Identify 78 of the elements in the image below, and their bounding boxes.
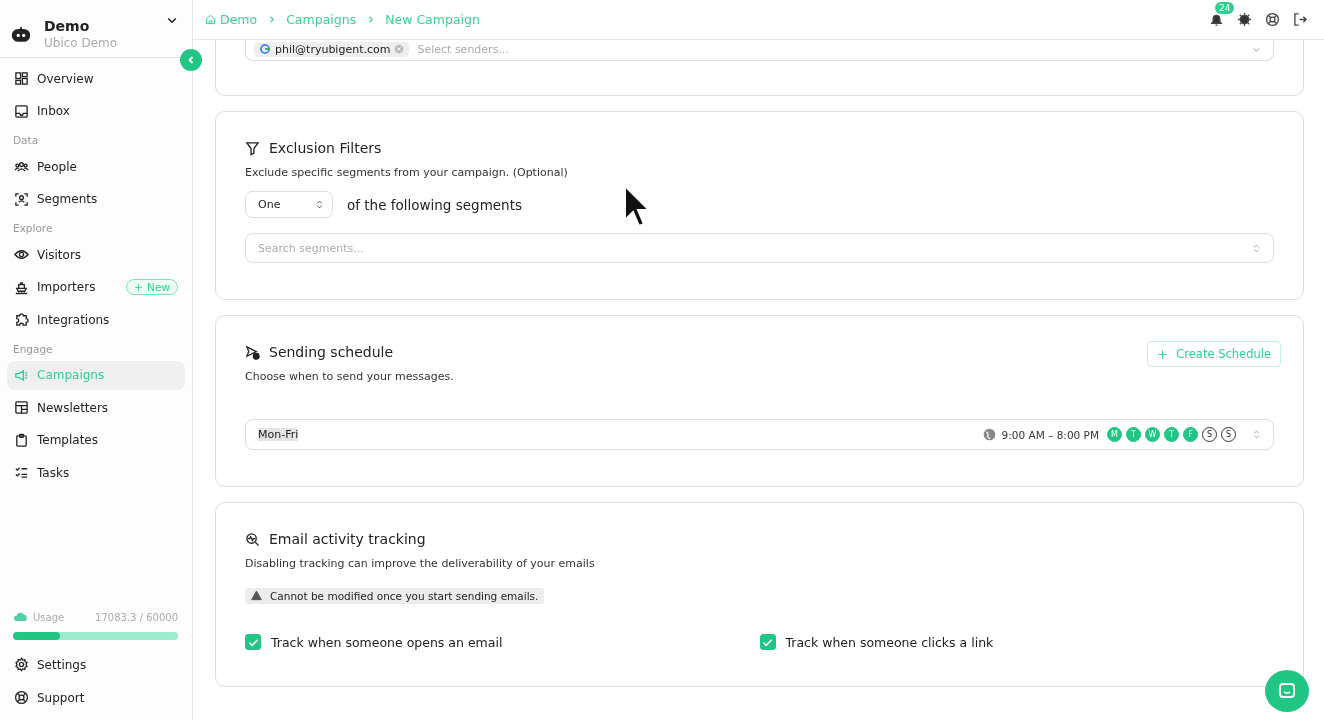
day-indicator: M: [1107, 427, 1122, 442]
google-icon: [259, 43, 271, 55]
usage-reading: 17083.3 / 60000: [95, 611, 178, 623]
usage-label: Usage: [33, 611, 66, 623]
card-title: Exclusion Filters: [269, 140, 382, 156]
grid-icon: [14, 71, 29, 86]
home-icon: [205, 14, 216, 25]
sidebar-item[interactable]: Inbox: [7, 96, 185, 126]
section-heading: Engage: [12, 341, 54, 357]
sidebar-item[interactable]: Templates: [7, 425, 185, 455]
up-down-chevron-icon: [1252, 429, 1261, 440]
checkbox-label: Track when someone clicks a link: [785, 634, 994, 650]
gear-icon: [14, 657, 29, 672]
checkbox[interactable]: [245, 634, 261, 650]
help-button[interactable]: [1263, 10, 1282, 29]
day-indicator: T: [1164, 427, 1179, 442]
workspace-subtitle: Ubico Demo: [44, 35, 119, 50]
checkbox[interactable]: [759, 634, 776, 650]
sidebar-item[interactable]: Settings: [7, 650, 185, 679]
checkbox-label: Track when someone opens an email: [271, 634, 503, 650]
section-heading: Explore: [12, 221, 54, 236]
card-description: Disabling tracking can improve the deliverability of your emails: [245, 557, 596, 570]
remove-icon: [394, 44, 405, 54]
warning-note: Cannot be modified once you start sending emails.: [245, 587, 545, 604]
chevron-right-icon: [267, 15, 277, 24]
card-title: Sending schedule: [269, 344, 394, 360]
sidebar-item[interactable]: Importers New: [7, 272, 185, 302]
sidebar-item[interactable]: Tasks: [7, 458, 185, 487]
segment-icon: [14, 191, 29, 207]
inbox-icon: [14, 103, 29, 119]
lifebuoy-icon: [14, 690, 29, 705]
sidebar-item[interactable]: People: [7, 152, 185, 181]
day-indicator: T: [1126, 427, 1141, 442]
theme-icon: [1237, 12, 1252, 27]
sidebar-item[interactable]: Visitors: [7, 240, 185, 269]
sidebar-item[interactable]: Overview: [7, 64, 185, 93]
bell-icon: [1209, 12, 1224, 27]
chat-icon: [1277, 681, 1297, 701]
card-description: Exclude specific segments from your campaign. (Optional): [245, 166, 569, 179]
up-down-chevron-icon: [315, 199, 324, 210]
checklist-icon: [14, 465, 29, 480]
plus-icon: [1157, 348, 1169, 360]
newsletter-icon: [14, 400, 29, 415]
ship-icon: [14, 279, 29, 295]
notification-count: 24: [1215, 2, 1235, 14]
chevron-right-icon: [366, 15, 376, 24]
sender-chip: phil@tryubigent.com: [254, 41, 410, 57]
day-indicator: W: [1145, 427, 1160, 442]
card-description: Choose when to send your messages.: [245, 370, 454, 383]
puzzle-icon: [14, 312, 29, 327]
up-down-chevron-icon: [1252, 242, 1261, 254]
schedule-select[interactable]: Mon-Fri 9:00 AM – 8:00 PM M T W T F S S: [245, 419, 1274, 450]
match-label: of the following segments: [347, 196, 522, 213]
clipboard-icon: [14, 432, 29, 448]
filter-icon: [245, 140, 260, 156]
warning-icon: [251, 590, 262, 601]
senders-field[interactable]: phil@tryubigent.com Select senders...: [245, 40, 1274, 61]
lifebuoy-icon: [1265, 12, 1280, 27]
section-heading: Data: [12, 133, 40, 148]
chevron-left-icon: [186, 55, 196, 65]
workspace-name: Demo: [44, 17, 91, 34]
day-indicator: F: [1183, 427, 1198, 442]
people-icon: [14, 159, 29, 174]
megaphone-icon: [14, 367, 29, 383]
sidebar-item[interactable]: Integrations: [7, 305, 185, 334]
sidebar-item[interactable]: Support: [7, 683, 185, 712]
cloud-icon: [13, 610, 27, 624]
sidebar-item[interactable]: Newsletters: [7, 393, 185, 422]
logout-button[interactable]: [1291, 10, 1310, 29]
theme-button[interactable]: [1235, 10, 1254, 29]
sidebar-item[interactable]: Segments: [7, 184, 185, 214]
eye-icon: [14, 247, 29, 262]
card-title: Email activity tracking: [269, 531, 426, 547]
send-clock-icon: [245, 344, 260, 360]
match-select[interactable]: One: [245, 191, 333, 218]
new-badge: New: [126, 279, 178, 295]
logout-icon: [1293, 12, 1308, 27]
magnifier-pulse-icon: [245, 531, 260, 547]
